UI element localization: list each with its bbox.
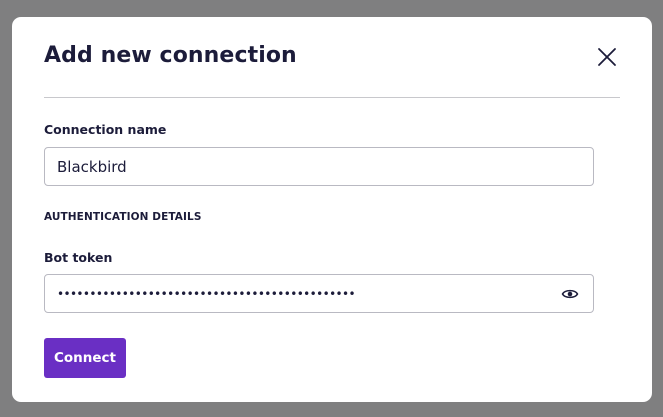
close-button[interactable] [595,45,619,69]
connect-button[interactable]: Connect [44,338,126,378]
bot-token-masked-value: ••••••••••••••••••••••••••••••••••••••••… [57,287,356,301]
eye-icon [561,289,579,299]
dialog-title: Add new connection [44,43,297,68]
connection-name-input[interactable] [44,147,594,186]
authentication-details-heading: AUTHENTICATION DETAILS [44,211,202,223]
add-connection-dialog: Add new connection Connection name AUTHE… [12,17,652,402]
bot-token-input[interactable]: ••••••••••••••••••••••••••••••••••••••••… [44,274,594,313]
close-icon [598,48,616,66]
connection-name-label: Connection name [44,122,167,137]
show-password-button[interactable] [561,286,579,302]
header-divider [44,97,620,98]
backdrop-text-line [0,0,4,7]
bot-token-label: Bot token [44,250,113,265]
